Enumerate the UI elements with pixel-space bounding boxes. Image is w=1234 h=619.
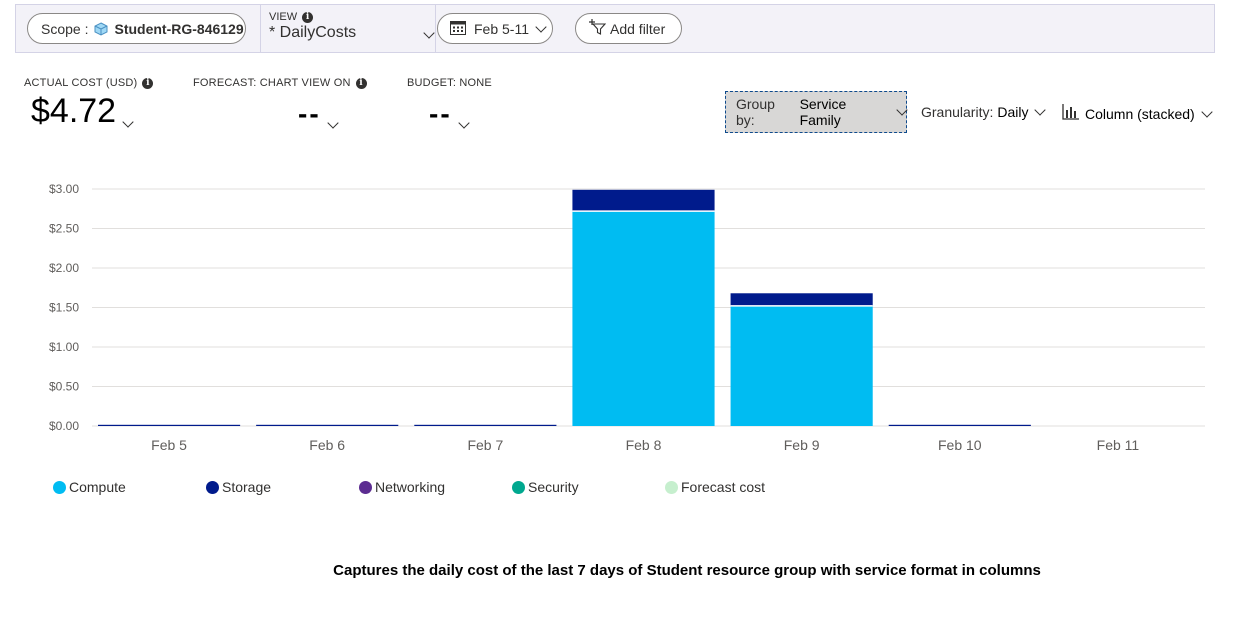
chart-type-label: Column (stacked) bbox=[1085, 105, 1195, 122]
budget-value[interactable]: -- bbox=[429, 98, 470, 130]
legend-dot bbox=[53, 480, 66, 494]
legend-item-forecast[interactable]: Forecast cost bbox=[665, 479, 765, 495]
bar-compute bbox=[572, 211, 715, 426]
actual-cost-amount: $4.72 bbox=[31, 92, 117, 130]
resource-group-icon bbox=[94, 21, 108, 36]
legend-item-security[interactable]: Security bbox=[512, 479, 579, 495]
chart-type-dropdown[interactable]: Column (stacked) bbox=[1062, 104, 1213, 123]
granularity-dropdown[interactable]: Granularity: Daily bbox=[921, 104, 1047, 120]
bar-storage bbox=[572, 189, 715, 212]
caption: Captures the daily cost of the last 7 da… bbox=[333, 562, 1041, 579]
y-tick-label: $2.50 bbox=[49, 222, 79, 236]
chevron-down-icon bbox=[1028, 104, 1047, 120]
legend-label: Storage bbox=[222, 479, 272, 495]
view-selector[interactable]: VIEW i * DailyCosts bbox=[260, 5, 436, 52]
chevron-down-icon bbox=[890, 104, 908, 120]
info-icon[interactable]: i bbox=[142, 77, 154, 89]
legend-label: Compute bbox=[69, 479, 126, 495]
y-tick-label: $1.00 bbox=[49, 340, 79, 354]
chevron-down-icon bbox=[321, 98, 339, 130]
bar-storage bbox=[98, 424, 241, 426]
chevron-down-icon bbox=[529, 20, 547, 37]
group-by-label: Group by: bbox=[736, 96, 775, 128]
bar-storage bbox=[414, 424, 557, 426]
x-tick-label: Feb 9 bbox=[784, 437, 820, 453]
bar-storage bbox=[888, 424, 1031, 426]
add-filter-label: Add filter bbox=[610, 20, 666, 37]
chart-legend: Compute Storage Networking Security Fore… bbox=[0, 479, 1234, 499]
y-tick-label: $1.50 bbox=[49, 301, 79, 315]
y-tick-label: $0.50 bbox=[49, 380, 79, 394]
legend-dot bbox=[665, 480, 678, 494]
actual-cost-label: ACTUAL COST (USD) bbox=[24, 77, 138, 89]
x-tick-label: Feb 8 bbox=[626, 437, 662, 453]
x-tick-label: Feb 7 bbox=[467, 437, 503, 453]
bar-storage bbox=[256, 424, 399, 426]
legend-dot bbox=[206, 480, 219, 494]
view-label: VIEW bbox=[269, 11, 298, 23]
budget-label: BUDGET: NONE bbox=[407, 77, 492, 89]
stacked-column-icon bbox=[1062, 104, 1080, 123]
info-icon[interactable]: i bbox=[355, 77, 367, 89]
budget-label-row: BUDGET: NONE bbox=[407, 77, 492, 89]
actual-cost-value[interactable]: $4.72 bbox=[31, 92, 134, 131]
granularity-value: Daily bbox=[997, 104, 1029, 120]
forecast-label: FORECAST: CHART VIEW ON bbox=[193, 77, 351, 89]
granularity-label: Granularity: bbox=[921, 104, 994, 120]
x-tick-label: Feb 11 bbox=[1097, 437, 1140, 453]
x-tick-label: Feb 6 bbox=[309, 437, 345, 453]
chevron-down-icon bbox=[452, 98, 470, 130]
scope-label: Scope : bbox=[41, 20, 89, 37]
calendar-icon bbox=[450, 20, 466, 38]
bar-storage bbox=[730, 293, 873, 306]
forecast-value[interactable]: -- bbox=[298, 98, 339, 130]
scope-pill[interactable]: Scope : Student-RG-846129 bbox=[27, 13, 246, 44]
legend-item-compute[interactable]: Compute bbox=[53, 479, 126, 495]
toolbar: Scope : Student-RG-846129 VIEW i * Daily… bbox=[15, 4, 1215, 53]
legend-label: Security bbox=[528, 479, 579, 495]
bar-compute bbox=[730, 305, 873, 426]
info-icon[interactable]: i bbox=[302, 11, 314, 23]
legend-item-networking[interactable]: Networking bbox=[359, 479, 445, 495]
x-tick-label: Feb 5 bbox=[151, 437, 187, 453]
scope-name: Student-RG-846129 bbox=[114, 20, 244, 37]
forecast-label-row: FORECAST: CHART VIEW ON i bbox=[193, 77, 367, 89]
budget-amount: -- bbox=[429, 98, 452, 129]
legend-item-storage[interactable]: Storage bbox=[206, 479, 271, 495]
legend-dot bbox=[512, 480, 525, 494]
group-by-dropdown[interactable]: Group by: Service Family bbox=[725, 91, 908, 133]
legend-label: Forecast cost bbox=[681, 479, 766, 495]
legend-dot bbox=[359, 480, 372, 494]
add-filter-icon bbox=[588, 18, 607, 39]
y-tick-label: $0.00 bbox=[49, 419, 79, 433]
view-value: * DailyCosts bbox=[269, 24, 357, 41]
view-label-row: VIEW i bbox=[269, 11, 314, 23]
legend-label: Networking bbox=[375, 479, 446, 495]
cost-chart: $3.00 $2.50 $2.00 $1.50 $1.00 $0.50 $0.00 Feb 5… bbox=[49, 182, 1205, 453]
actual-cost-label-row: ACTUAL COST (USD) i bbox=[24, 77, 154, 89]
y-tick-label: $3.00 bbox=[49, 182, 79, 196]
y-tick-label: $2.00 bbox=[49, 261, 79, 275]
x-tick-label: Feb 10 bbox=[938, 437, 982, 453]
chevron-down-icon bbox=[417, 27, 435, 45]
date-range-label: Feb 5-11 bbox=[474, 20, 529, 37]
add-filter-button[interactable]: Add filter bbox=[575, 13, 682, 44]
forecast-amount: -- bbox=[298, 98, 321, 129]
group-by-value: Service Family bbox=[799, 96, 847, 128]
date-range-pill[interactable]: Feb 5-11 bbox=[437, 13, 553, 44]
chevron-down-icon bbox=[1195, 105, 1213, 122]
chevron-down-icon bbox=[116, 92, 134, 131]
